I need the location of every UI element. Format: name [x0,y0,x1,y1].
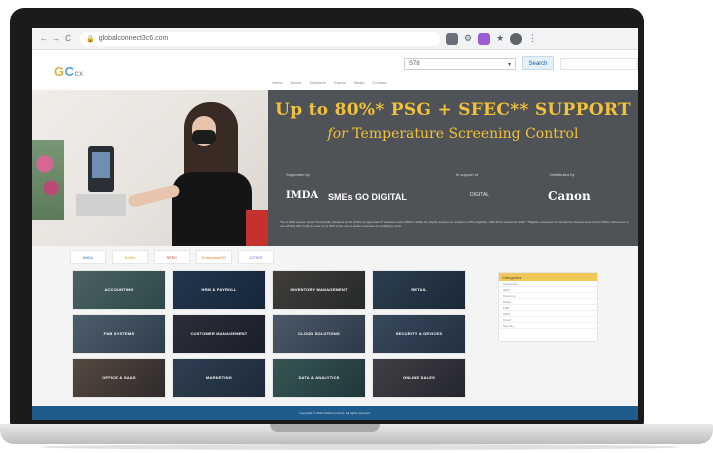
site-footer: Copyright © 2020 Global Connect. All rig… [32,406,638,420]
flowers-image [32,140,64,220]
promo-banner[interactable]: Up to 80%* PSG + SFEC** SUPPORT for Temp… [268,90,638,246]
temperature-kiosk-image [88,146,114,192]
face-mask-image [192,130,216,144]
site-nav: Home About Solutions Grants Media Contac… [272,80,638,88]
profile-avatar[interactable] [510,32,523,45]
sidebar-title: Categories [499,273,597,281]
category-tile[interactable]: OFFICE & SAAS [72,358,166,398]
search-input[interactable]: S78 ▾ [404,58,516,70]
category-tile[interactable]: RETAIL [372,270,466,310]
partner-logos: IMDA SMEs SFEC EnterpriseSG CITIES [70,250,282,264]
banner-labels: Supported by In support of Distributed b… [286,172,575,177]
banner-subheadline: for Temperature Screening Control [327,126,579,142]
menu-icon[interactable]: ⋮ [528,33,537,44]
address-bar[interactable]: 🔒 globalconnect3c6.com [80,31,440,46]
partner-logo[interactable]: SFEC [154,250,190,264]
search-button[interactable]: Search [522,56,554,70]
category-tile[interactable]: ONLINE SALES [372,358,466,398]
nav-item[interactable]: About [291,80,301,88]
nav-item[interactable]: Contact [373,80,387,88]
dropdown-chevron-icon: ▾ [507,61,511,68]
partner-logo[interactable]: SMEs [112,250,148,264]
category-tile[interactable]: HRM & PAYROLL [172,270,266,310]
sidebar-item[interactable]: Security [499,323,597,329]
forward-icon[interactable]: → [50,34,62,43]
banner-fine-print: *Up to 80% support under Productivity So… [280,220,629,228]
nav-item[interactable]: Solutions [309,80,325,88]
partner-logo[interactable]: EnterpriseSG [196,250,232,264]
category-tile[interactable]: MARKETING [172,358,266,398]
category-tile[interactable]: CLOUD SOLUTIONS [272,314,366,354]
star-icon[interactable]: ★ [496,33,504,44]
browser-toolbar: ← → C 🔒 globalconnect3c6.com ⚙ ★ ⋮ [32,28,638,50]
url-text: globalconnect3c6.com [98,35,169,42]
site-header: GCcx S78 ▾ Search Home About Solutions G… [32,50,638,90]
category-tile[interactable]: F&B SYSTEMS [72,314,166,354]
imda-logo: IMDA [286,190,319,201]
category-tile[interactable]: ACCOUNTING [72,270,166,310]
person-body-image [172,172,252,246]
smes-go-digital-logo: SMEs GO DIGITAL [328,192,407,202]
kiosk-stand-image [76,194,126,216]
laptop-shadow [40,444,680,450]
laptop-screen: ← → C 🔒 globalconnect3c6.com ⚙ ★ ⋮ GCcx … [32,28,638,420]
category-tile[interactable]: INVENTORY MANAGEMENT [272,270,366,310]
partner-logo[interactable]: IMDA [70,250,106,264]
back-icon[interactable]: ← [38,34,50,43]
partner-logo[interactable]: CITIES [238,250,274,264]
nav-item[interactable]: Media [354,80,365,88]
extension-icon[interactable] [446,32,458,45]
settings-icon[interactable]: ⚙ [464,33,472,44]
laptop-notch [270,424,380,432]
category-tile[interactable]: SECURITY & DEVICES [372,314,466,354]
category-tile[interactable]: DATA & ANALYTICS [272,358,366,398]
secondary-field[interactable] [560,58,638,70]
nav-item[interactable]: Grants [334,80,346,88]
extension-purple-icon[interactable] [478,32,491,45]
category-tile[interactable]: CUSTOMER MANAGEMENT [172,314,266,354]
laptop-mockup: ← → C 🔒 globalconnect3c6.com ⚙ ★ ⋮ GCcx … [0,0,713,453]
lock-icon: 🔒 [86,35,95,43]
banner-logos: IMDA SMEs GO DIGITAL DIGITAL Canon [280,188,630,208]
banner-headline: Up to 80%* PSG + SFEC** SUPPORT [275,100,631,120]
reload-icon[interactable]: C [62,34,74,43]
banner-photo [32,90,268,246]
digital-logo: DIGITAL [470,192,490,198]
nav-item[interactable]: Home [272,80,283,88]
canon-logo: Canon [548,189,591,203]
category-sidebar: Categories Accounting HRM Inventory Reta… [498,272,598,342]
category-grid: ACCOUNTING HRM & PAYROLL INVENTORY MANAG… [72,270,466,400]
site-logo[interactable]: GCcx [54,64,84,79]
red-accent-image [246,210,268,246]
